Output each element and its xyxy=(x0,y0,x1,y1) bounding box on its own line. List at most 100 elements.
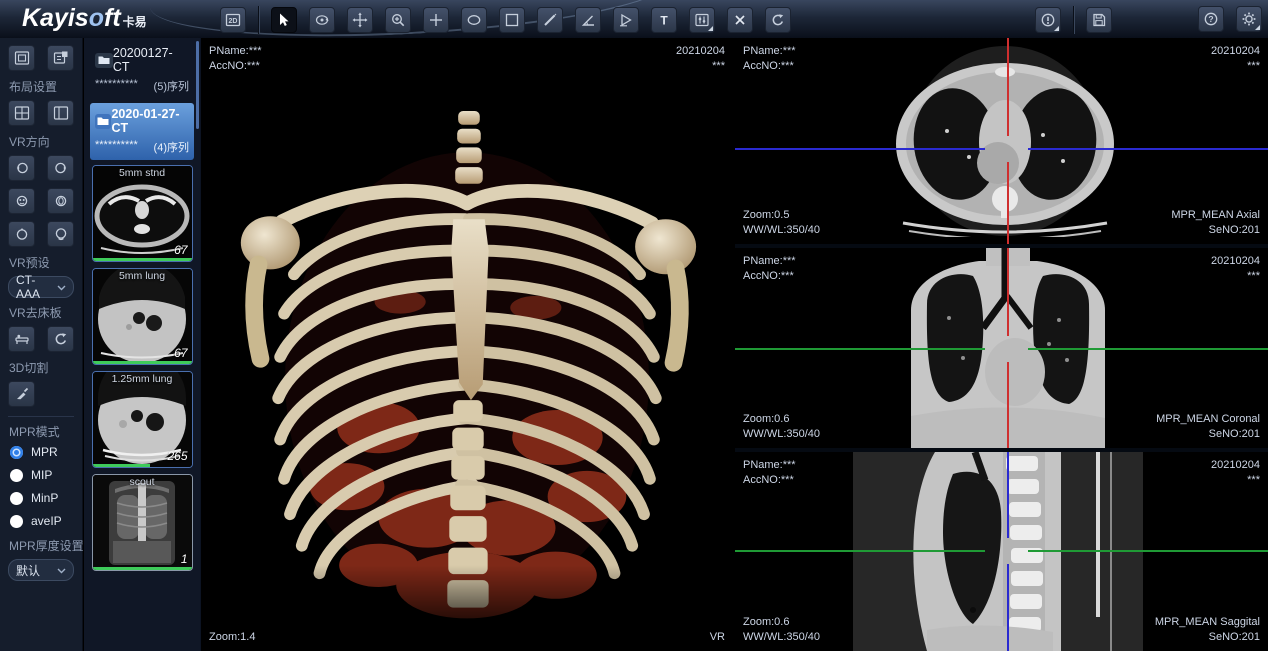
overlay-view-type: MPR_MEAN AxialSeNO:201 xyxy=(1171,208,1260,238)
study-series-count: (4)序列 xyxy=(154,139,189,155)
mpr-coronal-viewport[interactable]: PName:***AccNO:*** 20210204*** Zoom:0.6W… xyxy=(735,248,1268,448)
mpr-mode-radio-mip[interactable]: MIP xyxy=(10,468,74,482)
text-annotation-button[interactable]: T xyxy=(651,7,677,33)
reset-icon xyxy=(770,12,786,28)
svg-text:2D: 2D xyxy=(229,18,238,25)
remove-bed-button[interactable] xyxy=(8,326,35,352)
crosshair-vertical-blue[interactable] xyxy=(1007,452,1009,538)
measure-line-icon xyxy=(542,12,558,28)
mpr-axial-viewport[interactable]: PName:***AccNO:*** 20210204*** Zoom:0.5W… xyxy=(735,38,1268,244)
layout-single-button[interactable] xyxy=(8,45,35,71)
crosshair-horizontal-blue[interactable] xyxy=(1028,148,1268,150)
settings-button[interactable] xyxy=(1236,6,1262,32)
vr-orientation-feet-button[interactable] xyxy=(47,221,74,247)
measure-line-button[interactable] xyxy=(537,7,563,33)
vr-render-ribcage xyxy=(227,54,707,644)
thumbnail-label: 1.25mm lung xyxy=(93,373,192,385)
series-thumbnail-1-25mm-lung[interactable]: 1.25mm lung 265 xyxy=(92,371,193,468)
vr-bed-removal-section-label: VR去床板 xyxy=(9,304,74,321)
study-card-2020-01-27[interactable]: 2020-01-27-CT ********** (4)序列 xyxy=(90,103,194,160)
overlay-patient-info: PName:***AccNO:*** xyxy=(743,458,796,488)
study-card-20200127[interactable]: 20200127-CT ********** (5)序列 xyxy=(90,42,194,99)
overlay-study-date: 20210204*** xyxy=(1211,254,1260,284)
rotate-3d-icon xyxy=(314,12,330,28)
layout-2d-icon: 2D xyxy=(225,12,241,28)
vr-orientation-head-button[interactable] xyxy=(8,221,35,247)
thumbnail-progress-bar xyxy=(93,258,192,261)
series-thumbnail-scout[interactable]: scout 1 xyxy=(92,474,193,571)
series-scrollbar[interactable] xyxy=(196,41,199,129)
layout-2d-button[interactable]: 2D xyxy=(220,7,246,33)
toolbar-separator xyxy=(258,6,259,34)
axial-ct-image xyxy=(885,45,1125,237)
vr-viewport[interactable]: PName:***AccNO:*** 20210204*** Zoom:1.4 … xyxy=(200,38,733,651)
overlay-study-date: 20210204*** xyxy=(1211,44,1260,74)
mpr-thickness-select[interactable]: 默认 xyxy=(8,559,74,581)
text-annotation-icon: T xyxy=(656,12,672,28)
layout-split-button[interactable] xyxy=(47,100,74,126)
thumbnail-image-count: 1 xyxy=(181,552,188,566)
tool-group-left: 2D xyxy=(220,6,791,34)
mpr-mode-radio-minp[interactable]: MinP xyxy=(10,491,74,505)
app-logo: Kayisoft 卡易 xyxy=(22,4,147,33)
mpr-sagittal-viewport[interactable]: PName:***AccNO:*** 20210204*** Zoom:0.6W… xyxy=(735,452,1268,651)
ellipse-roi-button[interactable] xyxy=(461,7,487,33)
save-button[interactable] xyxy=(1086,7,1112,33)
crosshair-vertical-red[interactable] xyxy=(1007,362,1009,448)
vr-orientation-anterior-button[interactable] xyxy=(8,188,35,214)
reset-button[interactable] xyxy=(765,7,791,33)
overlay-patient-info: PName:***AccNO:*** xyxy=(209,44,262,74)
save-icon xyxy=(1091,12,1107,28)
series-thumbnail-5mm-stnd[interactable]: 5mm stnd 67 xyxy=(92,165,193,262)
left-sidebar: 布局设置 VR方向 VR预设 CT-AAA VR去床板 3D切割 xyxy=(0,38,83,651)
vr-preset-section-label: VR预设 xyxy=(9,254,74,271)
delete-button[interactable] xyxy=(727,7,753,33)
vr-preset-value: CT-AAA xyxy=(16,273,57,301)
vr-orientation-right-button[interactable] xyxy=(47,155,74,181)
overlay-patient-info: PName:***AccNO:*** xyxy=(743,254,796,284)
crosshair-horizontal-green[interactable] xyxy=(735,348,985,350)
scalpel-button[interactable] xyxy=(8,381,35,407)
crosshair-horizontal-green[interactable] xyxy=(1028,348,1268,350)
crosshair-horizontal-green[interactable] xyxy=(1028,550,1268,552)
toolbar-separator xyxy=(1073,6,1074,34)
layout-grid-2x2-button[interactable] xyxy=(8,100,35,126)
sidebar-divider xyxy=(8,416,74,417)
crosshair-vertical-red[interactable] xyxy=(1007,248,1009,336)
crosshair-horizontal-blue[interactable] xyxy=(735,148,985,150)
help-icon: ? xyxy=(1203,11,1219,27)
dropdown-corner-mark xyxy=(1054,26,1059,31)
overlay-view-type: VR xyxy=(710,630,725,645)
mpr-thickness-section-label: MPR厚度设置 xyxy=(9,537,74,554)
angle-button[interactable] xyxy=(575,7,601,33)
zoom-in-button[interactable] xyxy=(385,7,411,33)
mpr-mode-radio-mpr[interactable]: MPR xyxy=(10,445,74,459)
pan-button[interactable] xyxy=(347,7,373,33)
crosshair-icon xyxy=(428,12,444,28)
chevron-down-icon xyxy=(57,563,66,577)
window-level-button[interactable] xyxy=(689,7,715,33)
info-button[interactable] xyxy=(1035,7,1061,33)
angle-icon xyxy=(580,12,596,28)
restore-bed-button[interactable] xyxy=(47,326,74,352)
layout-custom-button[interactable] xyxy=(47,45,74,71)
thumbnail-progress-bar xyxy=(93,464,150,467)
cobb-angle-button[interactable] xyxy=(613,7,639,33)
series-thumbnail-5mm-lung[interactable]: 5mm lung 67 xyxy=(92,268,193,365)
crosshair-vertical-red[interactable] xyxy=(1007,162,1009,244)
vr-orientation-left-button[interactable] xyxy=(8,155,35,181)
vr-preset-select[interactable]: CT-AAA xyxy=(8,276,74,298)
rotate-3d-button[interactable] xyxy=(309,7,335,33)
mpr-mode-radio-aveip[interactable]: aveIP xyxy=(10,514,74,528)
cursor-button[interactable] xyxy=(271,7,297,33)
crosshair-button[interactable] xyxy=(423,7,449,33)
folder-icon xyxy=(95,53,113,68)
overlay-study-date: 20210204*** xyxy=(1211,458,1260,488)
crosshair-vertical-red[interactable] xyxy=(1007,38,1009,136)
rect-roi-button[interactable] xyxy=(499,7,525,33)
crosshair-vertical-blue[interactable] xyxy=(1007,564,1009,651)
help-button[interactable]: ? xyxy=(1198,6,1224,32)
overlay-view-type: MPR_MEAN CoronalSeNO:201 xyxy=(1156,412,1260,442)
crosshair-horizontal-green[interactable] xyxy=(735,550,985,552)
vr-orientation-posterior-button[interactable] xyxy=(47,188,74,214)
